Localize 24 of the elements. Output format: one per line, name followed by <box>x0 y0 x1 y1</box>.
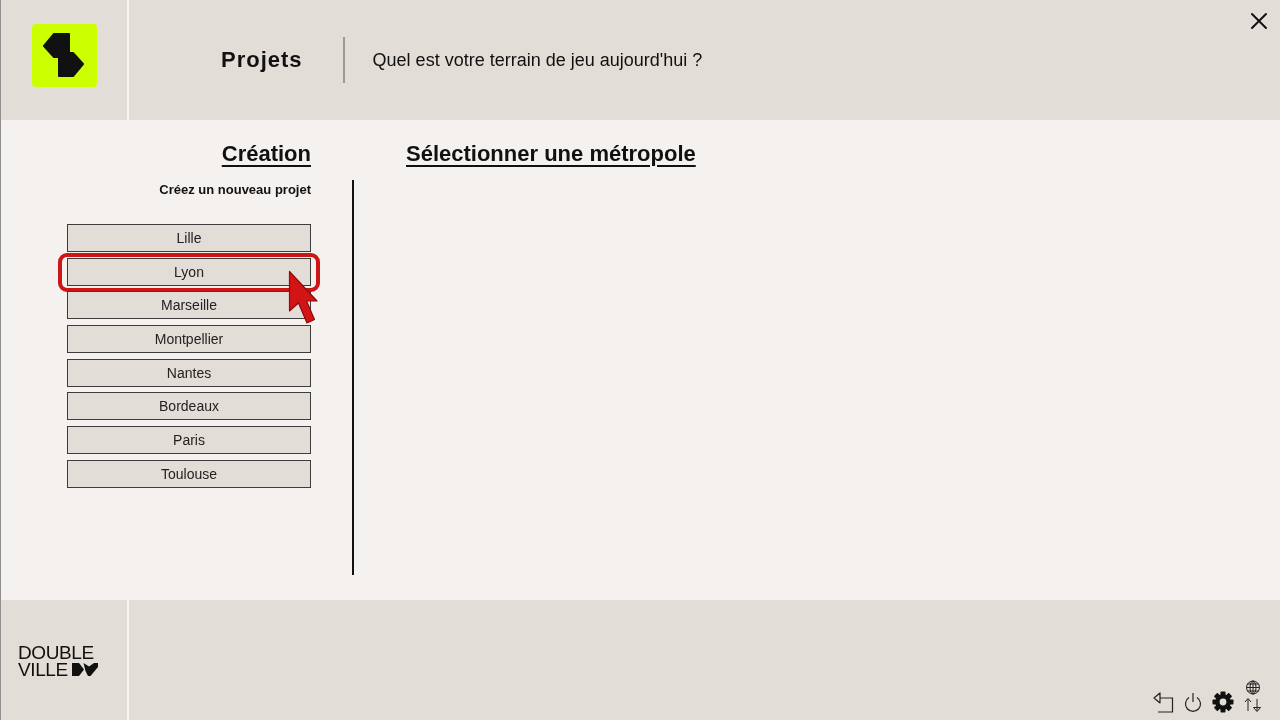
city-button[interactable]: Marseille <box>67 291 311 320</box>
city-button[interactable]: Lille <box>67 224 311 252</box>
prompt-text: Quel est votre terrain de jeu aujourd'hui ? <box>372 49 703 72</box>
settings-icon <box>1212 691 1234 713</box>
city-button[interactable]: Bordeaux <box>67 392 311 421</box>
back-arrow-icon <box>1152 692 1174 713</box>
city-button[interactable]: Lyon <box>67 257 311 286</box>
city-button[interactable]: Nantes <box>67 358 311 387</box>
section-heading: Sélectionner une métropole <box>406 141 696 166</box>
close-icon <box>1250 12 1268 30</box>
globe-arrows-icon <box>1242 680 1264 713</box>
brand-text: DOUBLE <box>18 644 95 661</box>
section-heading: Création <box>221 140 311 168</box>
logo-mark-icon <box>71 663 98 676</box>
city-button[interactable]: Montpellier <box>67 325 311 354</box>
close-button[interactable] <box>1250 12 1268 30</box>
cursor-icon <box>288 269 318 326</box>
brand-text: VILLE <box>18 661 68 678</box>
city-button[interactable]: Paris <box>67 426 311 455</box>
city-button[interactable]: Toulouse <box>67 459 311 488</box>
page-title: Projets <box>221 46 303 74</box>
logo-icon <box>31 24 97 87</box>
power-icon <box>1184 692 1202 713</box>
section-subtitle: Créez un nouveau projet <box>159 182 311 198</box>
